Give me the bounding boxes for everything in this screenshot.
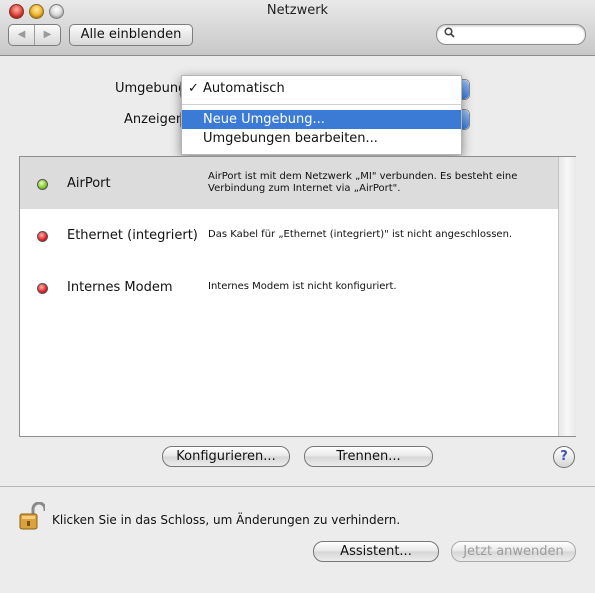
search-icon — [444, 27, 455, 41]
back-arrow-icon[interactable]: ◀ — [9, 25, 35, 45]
disconnect-button[interactable]: Trennen... — [304, 446, 433, 467]
show-label: Anzeigen — [124, 112, 185, 127]
menu-item-label: Automatisch — [203, 81, 285, 96]
window-title: Netzwerk — [266, 3, 329, 18]
status-red-icon — [37, 283, 48, 294]
network-preferences-window: Netzwerk ◀ ▶ Alle einblenden Umgebung An… — [0, 0, 595, 593]
apply-now-button[interactable]: Jetzt anwenden — [451, 541, 576, 562]
menu-separator — [182, 104, 461, 105]
forward-arrow-icon[interactable]: ▶ — [35, 25, 60, 45]
menu-item-edit-locations[interactable]: Umgebungen bearbeiten... — [182, 129, 461, 148]
service-name: Internes Modem — [67, 280, 173, 295]
menu-item-new-location[interactable]: Neue Umgebung... — [182, 110, 461, 129]
service-row-airport[interactable]: AirPort AirPort ist mit dem Netzwerk „MI… — [20, 157, 558, 209]
back-forward-control: ◀ ▶ — [8, 24, 61, 46]
status-green-icon — [37, 179, 48, 190]
search-field[interactable] — [436, 24, 586, 45]
status-red-icon — [37, 231, 48, 242]
service-name: Ethernet (integriert) — [67, 228, 198, 243]
configure-button[interactable]: Konfigurieren... — [162, 446, 290, 467]
checkmark-icon: ✓ — [188, 81, 199, 96]
show-all-button[interactable]: Alle einblenden — [69, 24, 193, 46]
help-button[interactable]: ? — [553, 446, 575, 468]
lock-hint-text: Klicken Sie in das Schloss, um Änderunge… — [52, 513, 401, 527]
service-row-modem[interactable]: Internes Modem Internes Modem ist nicht … — [20, 261, 558, 313]
bottom-divider — [0, 486, 595, 487]
service-row-ethernet[interactable]: Ethernet (integriert) Das Kabel für „Eth… — [20, 209, 558, 261]
network-services-list[interactable]: AirPort AirPort ist mit dem Netzwerk „MI… — [19, 156, 576, 437]
menu-item-label: Umgebungen bearbeiten... — [203, 131, 378, 146]
title-bar: Netzwerk ◀ ▶ Alle einblenden — [0, 0, 595, 56]
lock-icon[interactable] — [19, 501, 47, 530]
menu-item-automatic[interactable]: ✓ Automatisch — [182, 79, 461, 98]
service-description: Internes Modem ist nicht konfiguriert. — [208, 281, 397, 292]
vertical-scrollbar[interactable] — [558, 157, 576, 436]
assistant-button[interactable]: Assistent... — [313, 541, 439, 562]
location-label: Umgebung — [115, 81, 187, 96]
menu-item-label: Neue Umgebung... — [203, 112, 325, 127]
service-description: Das Kabel für „Ethernet (integriert)" is… — [208, 229, 513, 240]
service-description: AirPort ist mit dem Netzwerk „MI" verbun… — [208, 171, 518, 194]
service-name: AirPort — [67, 176, 111, 191]
location-dropdown-menu: ✓ Automatisch Neue Umgebung... Umgebunge… — [181, 75, 462, 155]
